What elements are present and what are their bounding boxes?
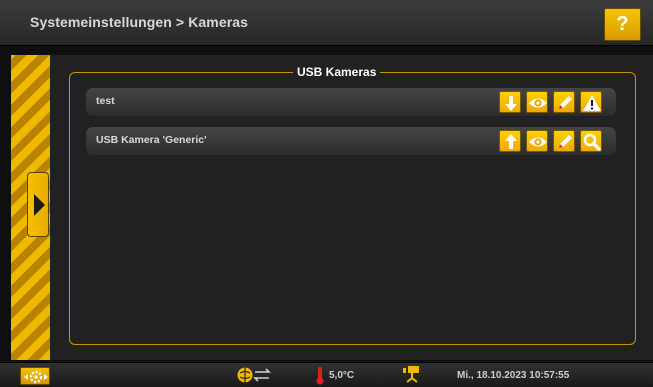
camera-icon [403, 366, 419, 383]
expand-sidebar-button[interactable] [27, 172, 49, 237]
screen: Systemeinstellungen > Kameras ? USB Kame… [0, 0, 653, 387]
search-button[interactable] [580, 130, 602, 152]
settings-icon [24, 370, 48, 384]
status-bar: 5,0°C Mi., 18.10.2023 10:57:55 [0, 362, 653, 387]
camera-name: test [96, 95, 115, 107]
arrow-down-icon [505, 96, 517, 111]
camera-row[interactable]: USB Kamera 'Generic' [86, 127, 616, 155]
eye-icon [529, 137, 547, 147]
preview-button[interactable] [526, 91, 548, 113]
thermometer-icon [316, 367, 324, 385]
pencil-icon [559, 96, 572, 109]
page-title: Systemeinstellungen > Kameras [30, 14, 249, 30]
preview-button[interactable] [526, 130, 548, 152]
pencil-icon [559, 135, 572, 148]
eye-icon [529, 98, 547, 108]
edit-button[interactable] [553, 91, 575, 113]
temperature-readout: 5,0°C [329, 370, 355, 381]
warning-button[interactable] [580, 91, 602, 113]
usb-cameras-title: USB Kameras [293, 65, 381, 79]
warning-icon [583, 95, 601, 111]
chevron-right-icon [34, 194, 45, 216]
date-time-readout: Mi., 18.10.2023 10:57:55 [457, 370, 570, 381]
help-button[interactable]: ? [604, 8, 641, 41]
move-down-button[interactable] [499, 91, 521, 113]
settings-button[interactable] [20, 367, 50, 385]
header-bar: Systemeinstellungen > Kameras ? [0, 0, 653, 46]
network-icon [237, 367, 271, 383]
camera-name: USB Kamera 'Generic' [96, 134, 207, 146]
edit-button[interactable] [553, 130, 575, 152]
arrow-up-icon [505, 134, 517, 149]
camera-row[interactable]: test [86, 88, 616, 116]
move-up-button[interactable] [499, 130, 521, 152]
search-icon [583, 133, 601, 151]
